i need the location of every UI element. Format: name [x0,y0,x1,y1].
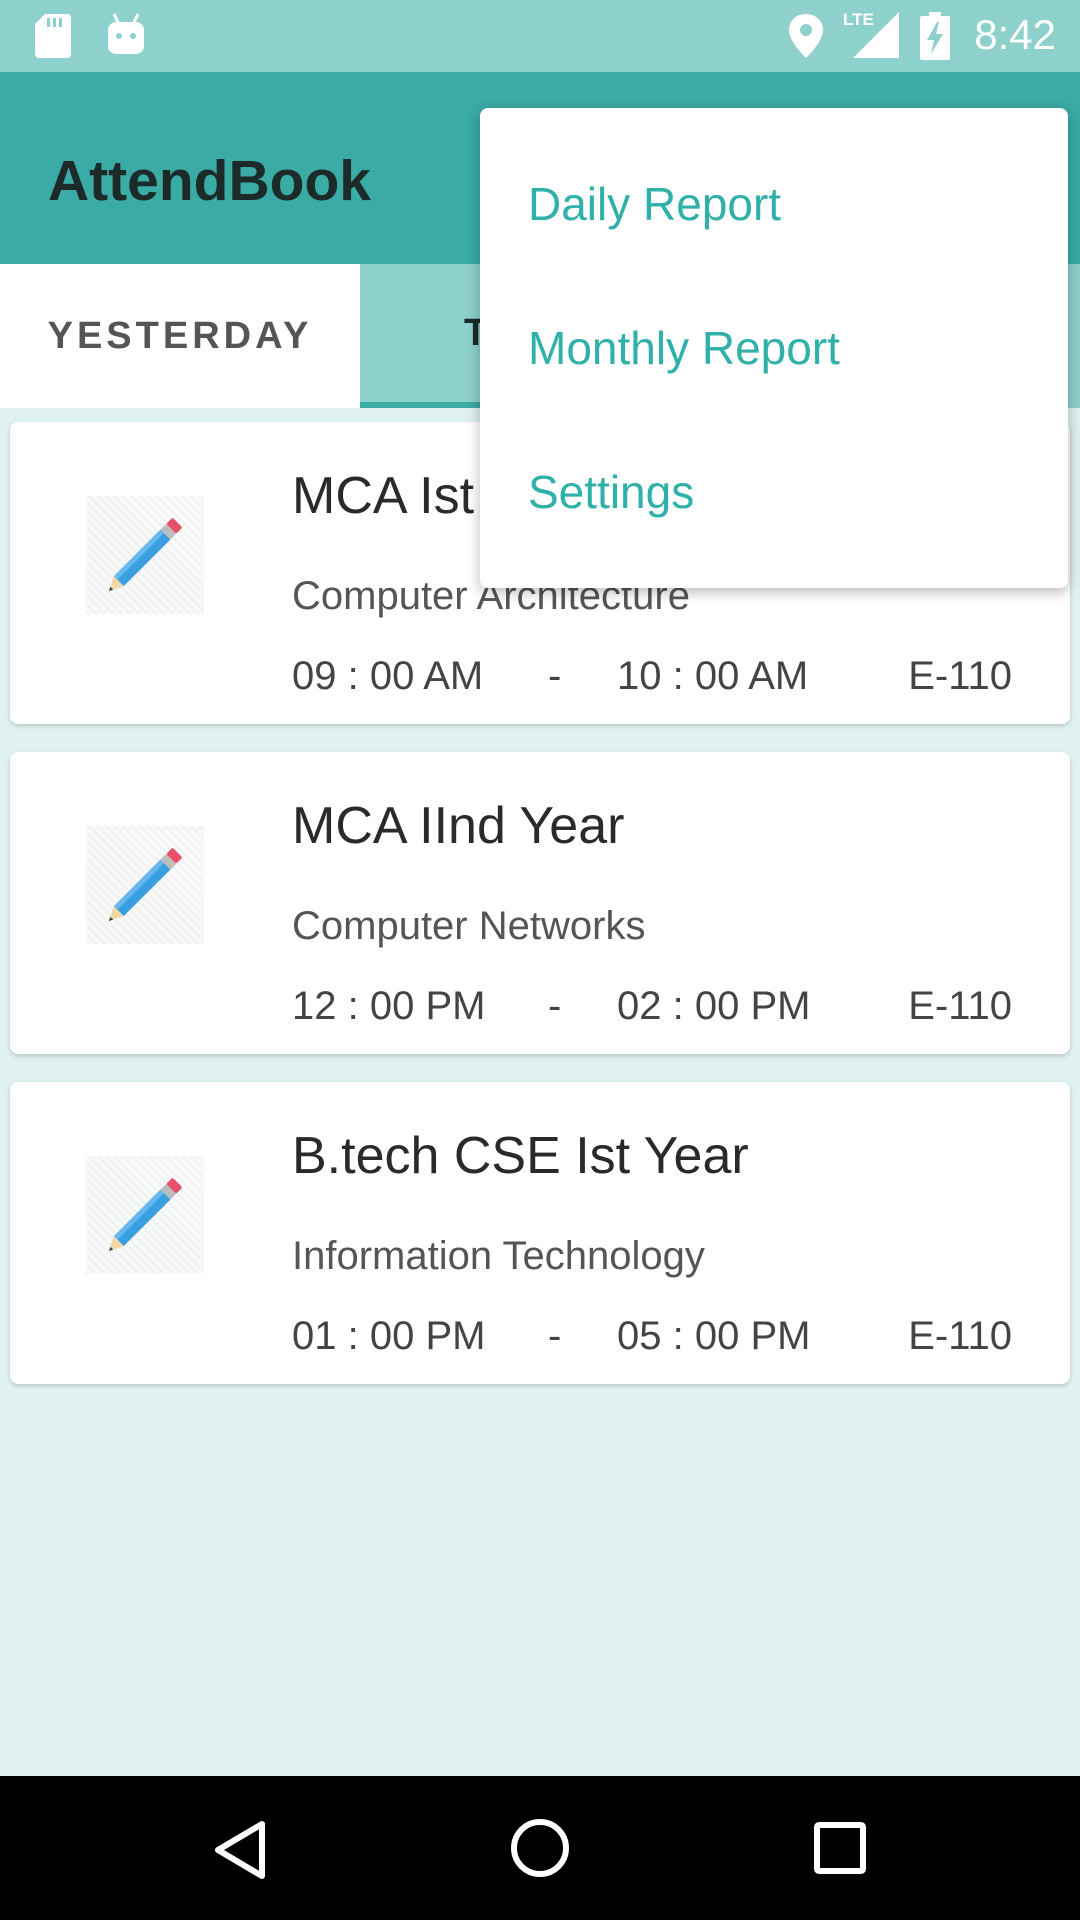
back-icon[interactable] [212,1820,268,1880]
sd-card-icon [35,14,71,58]
menu-item-daily-report[interactable]: Daily Report [528,132,1048,276]
tab-yesterday-label: YESTERDAY [47,314,313,357]
class-subject: Information Technology [292,1234,705,1278]
end-time: 10 : 00 AM [617,654,809,698]
menu-item-settings[interactable]: Settings [528,420,1048,564]
time-separator: - [548,984,562,1028]
class-name: B.tech CSE Ist Year [292,1127,749,1185]
room-number: E-110 [908,654,1012,698]
class-name: MCA IInd Year [292,797,625,855]
time-separator: - [548,1314,562,1358]
tab-yesterday[interactable]: YESTERDAY [0,264,360,408]
menu-item-label: Monthly Report [528,322,840,374]
class-card[interactable]: B.tech CSE Ist Year Information Technolo… [10,1082,1070,1384]
end-time: 02 : 00 PM [617,984,811,1028]
room-number: E-110 [908,984,1012,1028]
status-time: 8:42 [974,11,1056,58]
location-icon [789,14,823,58]
overflow-menu: Daily Report Monthly Report Settings [480,108,1068,588]
room-number: E-110 [908,1314,1012,1358]
lte-label: LTE [843,10,874,29]
status-bar: LTE 8:42 [0,0,1080,72]
recents-icon[interactable] [814,1822,866,1874]
menu-item-label: Settings [528,466,695,518]
start-time: 09 : 00 AM [292,654,484,698]
menu-item-label: Daily Report [528,178,782,230]
class-name: MCA Ist [292,467,475,525]
start-time: 12 : 00 PM [292,984,486,1028]
class-subject: Computer Networks [292,904,646,948]
class-thumbnail [86,826,204,944]
start-time: 01 : 00 PM [292,1314,486,1358]
battery-charging-icon [920,12,950,60]
android-icon [108,13,144,54]
pencil-icon [108,1178,182,1252]
app-title: AttendBook [48,149,371,213]
home-icon[interactable] [510,1818,570,1878]
end-time: 05 : 00 PM [617,1314,811,1358]
class-card[interactable]: MCA IInd Year Computer Networks 12 : 00 … [10,752,1070,1054]
pencil-icon [108,518,182,592]
class-thumbnail [86,1156,204,1274]
menu-item-monthly-report[interactable]: Monthly Report [528,276,1048,420]
pencil-icon [108,848,182,922]
class-thumbnail [86,496,204,614]
lte-signal-icon: LTE [843,10,899,58]
time-separator: - [548,654,562,698]
navigation-bar [0,1776,1080,1920]
